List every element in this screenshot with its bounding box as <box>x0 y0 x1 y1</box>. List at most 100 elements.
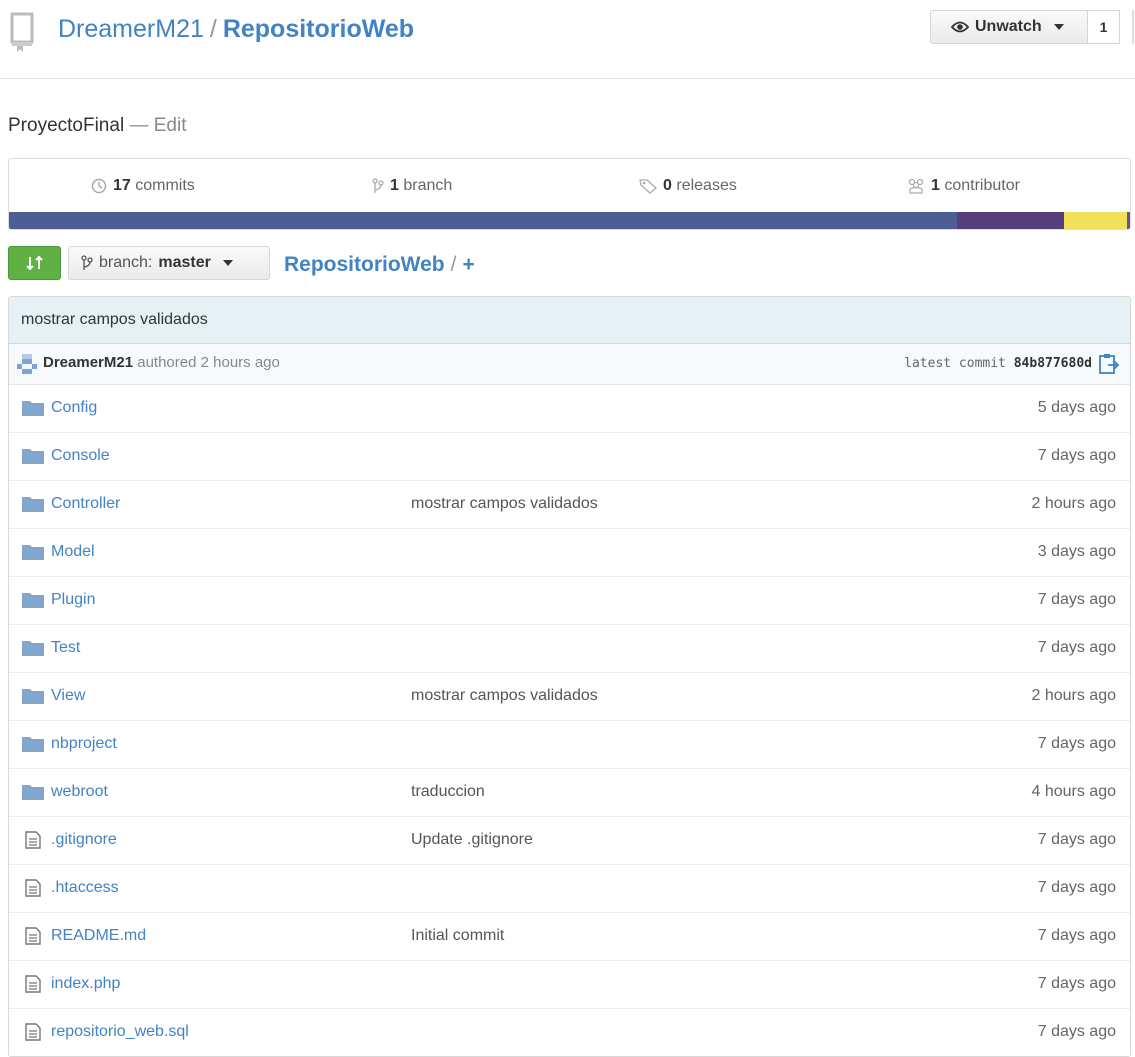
file-row: Config 5 days ago <box>9 385 1130 432</box>
repo-name-link[interactable]: RepositorioWeb <box>223 15 414 43</box>
branch-select-button[interactable]: branch: master <box>68 246 270 280</box>
releases-label: releases <box>676 177 737 194</box>
caret-down-icon <box>1053 24 1064 30</box>
folder-icon <box>21 639 45 657</box>
repo-title: DreamerM21/RepositorioWeb <box>58 15 414 44</box>
language-segment[interactable] <box>9 212 958 229</box>
file-list: Config 5 days ago Console 7 days ago Control… <box>9 385 1130 1056</box>
repo-owner-link[interactable]: DreamerM21 <box>58 15 204 43</box>
file-name-link[interactable]: Test <box>51 639 80 657</box>
file-row: README.md Initial commit 7 days ago <box>9 912 1130 960</box>
contributors-stat[interactable]: 1 contributor <box>907 177 1020 195</box>
description-text: ProyectoFinal <box>8 115 125 136</box>
contributors-count: 1 <box>931 177 940 194</box>
edit-description-link[interactable]: Edit <box>154 115 187 136</box>
branch-count: 1 <box>390 177 399 194</box>
file-age: 2 hours ago <box>1031 687 1116 704</box>
file-commit-message[interactable]: mostrar campos validados <box>411 687 598 705</box>
folder-icon <box>21 447 45 465</box>
releases-stat[interactable]: 0 releases <box>639 177 737 195</box>
language-bar[interactable] <box>9 212 1130 229</box>
file-age: 4 hours ago <box>1031 783 1116 800</box>
new-file-button[interactable]: + <box>462 253 474 276</box>
history-icon <box>91 178 107 194</box>
file-row: repositorio_web.sql 7 days ago <box>9 1008 1130 1056</box>
file-row: webroot traduccion 4 hours ago <box>9 768 1130 816</box>
branch-icon <box>81 255 93 270</box>
file-row: View mostrar campos validados 2 hours ago <box>9 672 1130 720</box>
branch-icon <box>372 178 384 193</box>
file-row: index.php 7 days ago <box>9 960 1130 1008</box>
language-segment[interactable] <box>1063 212 1127 229</box>
file-row: Test 7 days ago <box>9 624 1130 672</box>
commits-count: 17 <box>113 177 131 194</box>
file-age: 7 days ago <box>1037 639 1116 656</box>
latest-commit-info: latest commit 84b877680d <box>904 356 1092 371</box>
unwatch-label: Unwatch <box>975 18 1042 35</box>
commits-label: commits <box>135 177 195 194</box>
file-name-link[interactable]: README.md <box>51 927 146 945</box>
branch-label: branch <box>403 177 453 194</box>
compare-button[interactable] <box>8 246 61 280</box>
latest-commit-label: latest commit <box>904 356 1006 371</box>
file-text-icon <box>21 879 45 897</box>
file-name-link[interactable]: index.php <box>51 975 120 993</box>
file-name-link[interactable]: webroot <box>51 783 108 801</box>
breadcrumb: RepositorioWeb / + <box>284 253 475 277</box>
file-row: .htaccess 7 days ago <box>9 864 1130 912</box>
repo-book-icon <box>10 12 34 52</box>
file-age: 7 days ago <box>1037 1023 1116 1040</box>
breadcrumb-root-link[interactable]: RepositorioWeb <box>284 253 445 276</box>
description-dash: — <box>129 115 149 136</box>
file-name-link[interactable]: .htaccess <box>51 879 119 897</box>
file-row: .gitignore Update .gitignore 7 days ago <box>9 816 1130 864</box>
language-segment[interactable] <box>1126 212 1130 229</box>
tag-icon <box>639 179 657 194</box>
avatar[interactable] <box>17 354 37 374</box>
commit-authored-time: authored 2 hours ago <box>137 354 280 371</box>
file-age: 7 days ago <box>1037 879 1116 896</box>
clipboard-icon[interactable] <box>1098 353 1120 375</box>
commit-author-link[interactable]: DreamerM21 <box>43 354 133 371</box>
file-commit-message[interactable]: Initial commit <box>411 927 504 945</box>
commit-meta: DreamerM21 authored 2 hours ago latest c… <box>9 344 1130 385</box>
file-row: Controller mostrar campos validados 2 hour… <box>9 480 1130 528</box>
file-commit-message[interactable]: mostrar campos validados <box>411 495 598 513</box>
file-name-link[interactable]: Model <box>51 543 95 561</box>
file-name-link[interactable]: .gitignore <box>51 831 117 849</box>
file-age: 7 days ago <box>1037 975 1116 992</box>
releases-count: 0 <box>663 177 672 194</box>
file-name-link[interactable]: Plugin <box>51 591 95 609</box>
folder-icon <box>21 735 45 753</box>
file-name-link[interactable]: Console <box>51 447 110 465</box>
watchers-count[interactable]: 1 <box>1087 10 1120 44</box>
file-name-link[interactable]: Config <box>51 399 97 417</box>
folder-icon <box>21 495 45 513</box>
file-commit-message[interactable]: Update .gitignore <box>411 831 533 849</box>
file-age: 7 days ago <box>1037 927 1116 944</box>
file-name-link[interactable]: Controller <box>51 495 120 513</box>
unwatch-button[interactable]: Unwatch <box>930 10 1088 44</box>
file-text-icon <box>21 1023 45 1041</box>
file-commit-message[interactable]: traduccion <box>411 783 485 801</box>
file-age: 7 days ago <box>1037 447 1116 464</box>
branches-stat[interactable]: 1 branch <box>372 177 452 195</box>
file-name-link[interactable]: repositorio_web.sql <box>51 1023 189 1041</box>
breadcrumb-separator: / <box>450 253 457 276</box>
organization-icon <box>908 178 924 194</box>
file-row: Model 3 days ago <box>9 528 1130 576</box>
commit-author: DreamerM21 authored 2 hours ago <box>43 354 280 371</box>
commit-sha-link[interactable]: 84b877680d <box>1014 356 1092 371</box>
file-name-link[interactable]: nbproject <box>51 735 117 753</box>
file-row: Console 7 days ago <box>9 432 1130 480</box>
commits-stat[interactable]: 17 commits <box>91 177 195 195</box>
file-name-link[interactable]: View <box>51 687 85 705</box>
file-age: 3 days ago <box>1037 543 1116 560</box>
numbers-summary: 17 commits 1 branch 0 releases 1 contrib… <box>8 158 1131 230</box>
latest-commit-message[interactable]: mostrar campos validados <box>9 297 1130 344</box>
file-row: nbproject 7 days ago <box>9 720 1130 768</box>
folder-icon <box>21 591 45 609</box>
language-segment[interactable] <box>957 212 1064 229</box>
branch-name: master <box>158 254 211 271</box>
repo-header: DreamerM21/RepositorioWeb Unwatch 1 <box>0 0 1135 79</box>
